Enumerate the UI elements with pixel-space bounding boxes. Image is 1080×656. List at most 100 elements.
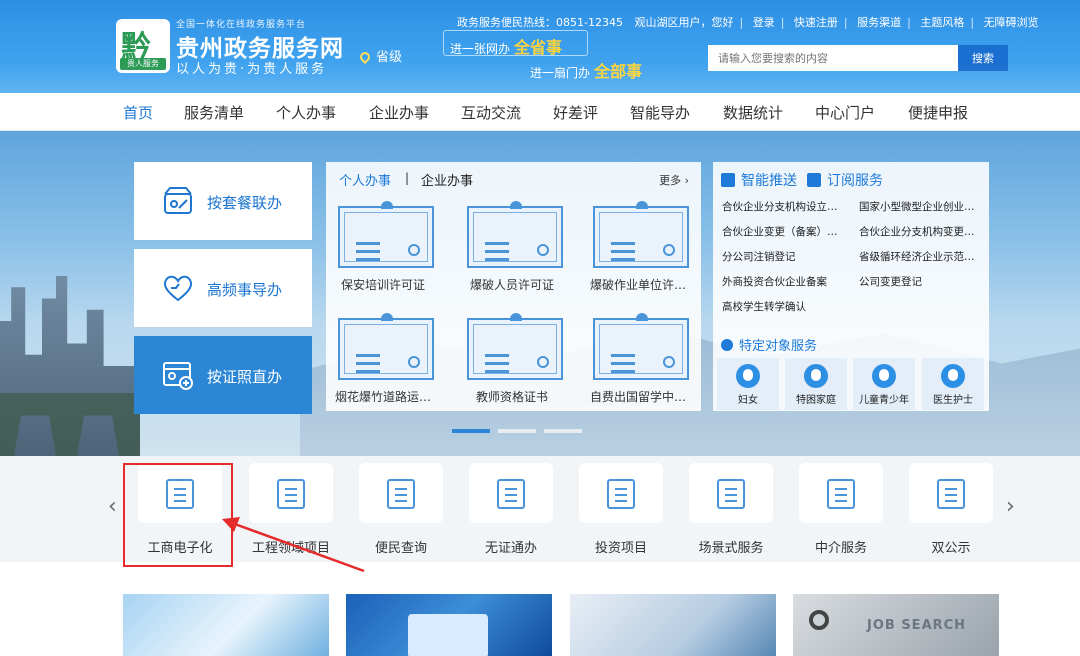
- push-item[interactable]: 分公司注销登记: [722, 249, 844, 264]
- push-item[interactable]: 合伙企业分支机构设立…: [722, 199, 844, 214]
- theme-style-link[interactable]: 主题风格: [920, 16, 964, 29]
- push-item[interactable]: 高校学生转学确认: [722, 299, 844, 314]
- cert-item[interactable]: 烟花爆竹道路运…: [326, 312, 440, 416]
- cert-item[interactable]: 教师资格证书: [455, 312, 569, 416]
- heart-icon: [163, 275, 193, 302]
- user-greeting: 观山湖区用户，您好: [634, 16, 734, 29]
- slider-dot[interactable]: [498, 429, 536, 433]
- service-item[interactable]: 双公示: [909, 463, 993, 556]
- push-item[interactable]: 合伙企业变更（备案）…: [722, 224, 844, 239]
- cert-item[interactable]: 自费出国留学中…: [581, 312, 695, 416]
- main-nav: 首页 服务清单 个人办事 企业办事 互动交流 好差评 智能导办 数据统计 中心门…: [0, 93, 1080, 131]
- child-icon: [872, 364, 896, 388]
- login-link[interactable]: 登录: [753, 16, 775, 29]
- bookmark-icon: [827, 479, 855, 509]
- promo-line-1-emph: 全省事: [514, 38, 563, 57]
- package-icon: [164, 187, 192, 214]
- smart-push-header: 智能推送 订阅服务: [721, 170, 883, 190]
- person-icon: [721, 339, 733, 351]
- quick-card-label: 按证照直办: [207, 368, 283, 386]
- service-item[interactable]: 投资项目: [579, 463, 663, 556]
- quick-card-license[interactable]: 按证照直办: [134, 336, 312, 414]
- cert-item[interactable]: 爆破人员许可证: [455, 200, 569, 304]
- promo-line-2-emph: 全部事: [594, 62, 643, 81]
- certificate-card-image: [408, 614, 488, 656]
- certificate-icon: [467, 201, 563, 268]
- nav-item-home[interactable]: 首页: [123, 102, 153, 123]
- search-input[interactable]: [708, 45, 958, 71]
- cert-name: 自费出国留学中…: [589, 390, 686, 404]
- nav-item-personal[interactable]: 个人办事: [276, 102, 336, 123]
- nav-item-interaction[interactable]: 互动交流: [461, 102, 521, 123]
- service-item[interactable]: 中介服务: [799, 463, 883, 556]
- push-item[interactable]: 合伙企业分支机构变更…: [859, 224, 981, 239]
- prev-arrow-icon[interactable]: ‹: [108, 494, 117, 519]
- smart-push-panel: 智能推送 订阅服务 合伙企业分支机构设立… 国家小型微型企业创业… 合伙企业变更（…: [713, 162, 989, 411]
- search-button[interactable]: 搜索: [958, 45, 1008, 71]
- more-link[interactable]: 更多 ›: [659, 172, 689, 188]
- cert-item[interactable]: 保安培训许可证: [326, 200, 440, 304]
- location-pin-icon: [357, 49, 373, 65]
- accessibility-link[interactable]: 无障碍浏览: [984, 16, 1039, 29]
- service-item[interactable]: 工程领域项目: [249, 463, 333, 556]
- service-item[interactable]: 无证通办: [469, 463, 553, 556]
- promo-line-2-text: 进一扇门办: [530, 66, 591, 80]
- certificate-icon: [338, 201, 434, 268]
- nav-item-smart-guide[interactable]: 智能导办: [630, 102, 690, 123]
- service-label: 无证通办: [484, 541, 537, 556]
- nav-item-service-list[interactable]: 服务清单: [184, 102, 244, 123]
- special-target-header: 特定对象服务: [721, 335, 817, 354]
- target-label: 儿童青少年: [859, 395, 909, 406]
- document-list-icon: [277, 479, 305, 509]
- smart-push-tab[interactable]: 智能推送: [741, 173, 797, 189]
- push-item[interactable]: 公司变更登记: [859, 274, 981, 289]
- certificate-panel: 个人办事 | 企业办事 更多 › 保安培训许可证 爆破人员许可证 爆破作业单位许…: [326, 162, 701, 411]
- site-slogan: 以人为贵·为贵人服务: [176, 62, 328, 77]
- tab-personal[interactable]: 个人办事: [339, 170, 391, 189]
- service-shortcuts: ‹ 工商电子化 工程领域项目 便民查询 无证通办 投资项目 场景式服务 中介服务…: [0, 456, 1080, 567]
- nav-item-quick-apply[interactable]: 便捷申报: [908, 102, 968, 123]
- register-link[interactable]: 快速注册: [794, 16, 838, 29]
- promo-line-1: 进一张网办 全省事: [450, 34, 562, 58]
- nav-item-rating[interactable]: 好差评: [553, 102, 598, 123]
- nav-item-center-portal[interactable]: 中心门户: [815, 102, 875, 123]
- service-item[interactable]: 场景式服务: [689, 463, 773, 556]
- target-youth[interactable]: 儿童青少年: [853, 358, 915, 410]
- target-poor-families[interactable]: 特困家庭: [785, 358, 847, 410]
- service-channel-link[interactable]: 服务渠道: [857, 16, 901, 29]
- slider-dot[interactable]: [544, 429, 582, 433]
- quick-card-package[interactable]: 按套餐联办: [134, 162, 312, 240]
- cert-item[interactable]: 爆破作业单位许…: [581, 200, 695, 304]
- cert-name: 烟花爆竹道路运…: [334, 390, 431, 404]
- promo-image-tax[interactable]: [570, 594, 776, 656]
- certificate-icon: [467, 313, 563, 380]
- nav-item-enterprise[interactable]: 企业办事: [369, 102, 429, 123]
- promo-image-job-search[interactable]: JOB SEARCH: [793, 594, 999, 656]
- magnifier-icon: [809, 610, 829, 630]
- promo-image-certificate[interactable]: [346, 594, 552, 656]
- next-arrow-icon[interactable]: ›: [1006, 494, 1015, 519]
- push-item[interactable]: 外商投资合伙企业备案: [722, 274, 844, 289]
- service-item[interactable]: 便民查询: [359, 463, 443, 556]
- target-label: 特困家庭: [796, 395, 836, 406]
- nav-item-statistics[interactable]: 数据统计: [723, 102, 783, 123]
- plus-square-icon: [807, 173, 821, 187]
- service-label: 场景式服务: [698, 541, 764, 556]
- cert-name: 教师资格证书: [475, 390, 548, 404]
- region-selector[interactable]: 省级: [357, 46, 402, 65]
- push-item[interactable]: 国家小型微型企业创业…: [859, 199, 981, 214]
- site-header: 黔 贵人服务 全国一体化在线政务服务平台 贵州政务服务网 以人为贵·为贵人服务 …: [0, 0, 1080, 93]
- push-item[interactable]: 省级循环经济企业示范…: [859, 249, 981, 264]
- target-medical[interactable]: 医生护士: [922, 358, 984, 410]
- site-logo[interactable]: 黔 贵人服务: [116, 19, 170, 73]
- subscribe-tab[interactable]: 订阅服务: [827, 173, 883, 189]
- certificate-icon: [593, 313, 689, 380]
- job-search-text: JOB SEARCH: [867, 618, 967, 633]
- target-women[interactable]: 妇女: [717, 358, 779, 410]
- promo-image-building[interactable]: [123, 594, 329, 656]
- heart-hand-icon: [804, 364, 828, 388]
- quick-card-frequent[interactable]: 高频事导办: [134, 249, 312, 327]
- tab-enterprise[interactable]: 企业办事: [421, 170, 473, 189]
- slider-dot[interactable]: [452, 429, 490, 433]
- nurse-icon: [941, 364, 965, 388]
